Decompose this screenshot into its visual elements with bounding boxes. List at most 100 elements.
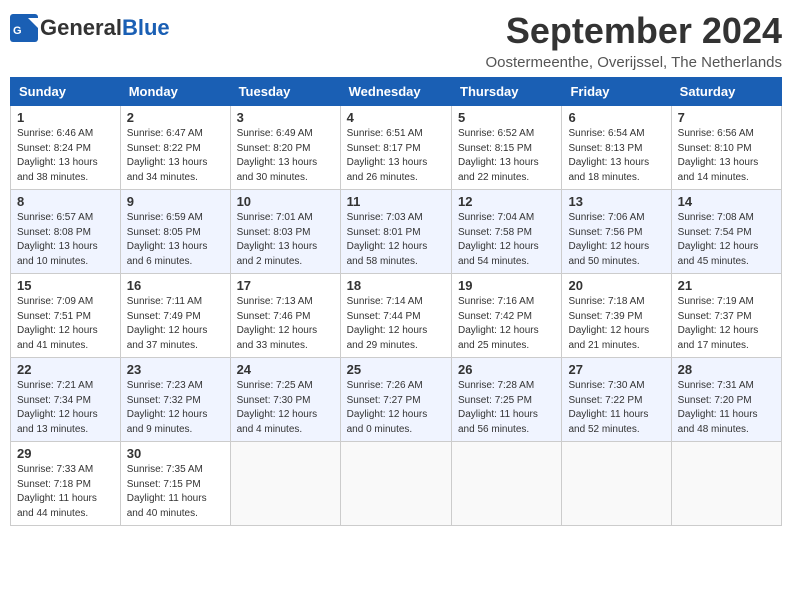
day-number: 3 <box>237 110 334 125</box>
day-info: Sunrise: 6:47 AM Sunset: 8:22 PM Dayligh… <box>127 127 224 185</box>
logo: G GeneralBlue <box>10 10 170 42</box>
day-info: Sunrise: 7:21 AM Sunset: 7:34 PM Dayligh… <box>17 379 114 437</box>
logo-icon: G <box>10 14 38 42</box>
day-info: Sunrise: 7:01 AM Sunset: 8:03 PM Dayligh… <box>237 211 334 269</box>
day-info: Sunrise: 7:33 AM Sunset: 7:18 PM Dayligh… <box>17 463 114 521</box>
day-info: Sunrise: 6:56 AM Sunset: 8:10 PM Dayligh… <box>678 127 775 185</box>
day-info: Sunrise: 7:13 AM Sunset: 7:46 PM Dayligh… <box>237 295 334 353</box>
day-info: Sunrise: 7:28 AM Sunset: 7:25 PM Dayligh… <box>458 379 555 437</box>
day-number: 17 <box>237 278 334 293</box>
day-info: Sunrise: 7:18 AM Sunset: 7:39 PM Dayligh… <box>568 295 664 353</box>
day-info: Sunrise: 6:49 AM Sunset: 8:20 PM Dayligh… <box>237 127 334 185</box>
day-info: Sunrise: 7:04 AM Sunset: 7:58 PM Dayligh… <box>458 211 555 269</box>
day-number: 5 <box>458 110 555 125</box>
column-header-friday: Friday <box>562 78 671 106</box>
calendar-cell: 22 Sunrise: 7:21 AM Sunset: 7:34 PM Dayl… <box>11 358 121 442</box>
day-number: 12 <box>458 194 555 209</box>
day-number: 27 <box>568 362 664 377</box>
day-info: Sunrise: 6:59 AM Sunset: 8:05 PM Dayligh… <box>127 211 224 269</box>
day-info: Sunrise: 6:51 AM Sunset: 8:17 PM Dayligh… <box>347 127 445 185</box>
day-number: 2 <box>127 110 224 125</box>
calendar-cell: 21 Sunrise: 7:19 AM Sunset: 7:37 PM Dayl… <box>671 274 781 358</box>
column-header-monday: Monday <box>120 78 230 106</box>
day-info: Sunrise: 7:19 AM Sunset: 7:37 PM Dayligh… <box>678 295 775 353</box>
day-info: Sunrise: 7:03 AM Sunset: 8:01 PM Dayligh… <box>347 211 445 269</box>
calendar-cell: 24 Sunrise: 7:25 AM Sunset: 7:30 PM Dayl… <box>230 358 340 442</box>
day-number: 7 <box>678 110 775 125</box>
day-info: Sunrise: 7:08 AM Sunset: 7:54 PM Dayligh… <box>678 211 775 269</box>
day-info: Sunrise: 7:11 AM Sunset: 7:49 PM Dayligh… <box>127 295 224 353</box>
day-info: Sunrise: 7:16 AM Sunset: 7:42 PM Dayligh… <box>458 295 555 353</box>
day-number: 21 <box>678 278 775 293</box>
title-block: September 2024 Oostermeenthe, Overijssel… <box>485 10 782 71</box>
day-number: 20 <box>568 278 664 293</box>
day-number: 9 <box>127 194 224 209</box>
calendar-cell: 15 Sunrise: 7:09 AM Sunset: 7:51 PM Dayl… <box>11 274 121 358</box>
calendar-week-row: 1 Sunrise: 6:46 AM Sunset: 8:24 PM Dayli… <box>11 106 782 190</box>
svg-text:G: G <box>13 25 22 37</box>
day-number: 25 <box>347 362 445 377</box>
calendar-week-row: 22 Sunrise: 7:21 AM Sunset: 7:34 PM Dayl… <box>11 358 782 442</box>
day-info: Sunrise: 7:35 AM Sunset: 7:15 PM Dayligh… <box>127 463 224 521</box>
day-info: Sunrise: 7:14 AM Sunset: 7:44 PM Dayligh… <box>347 295 445 353</box>
day-info: Sunrise: 7:09 AM Sunset: 7:51 PM Dayligh… <box>17 295 114 353</box>
calendar-cell: 6 Sunrise: 6:54 AM Sunset: 8:13 PM Dayli… <box>562 106 671 190</box>
calendar-cell: 18 Sunrise: 7:14 AM Sunset: 7:44 PM Dayl… <box>340 274 451 358</box>
calendar-cell: 13 Sunrise: 7:06 AM Sunset: 7:56 PM Dayl… <box>562 190 671 274</box>
day-number: 6 <box>568 110 664 125</box>
calendar-cell: 29 Sunrise: 7:33 AM Sunset: 7:18 PM Dayl… <box>11 442 121 526</box>
day-number: 13 <box>568 194 664 209</box>
calendar-table: SundayMondayTuesdayWednesdayThursdayFrid… <box>10 77 782 526</box>
calendar-cell: 3 Sunrise: 6:49 AM Sunset: 8:20 PM Dayli… <box>230 106 340 190</box>
calendar-week-row: 15 Sunrise: 7:09 AM Sunset: 7:51 PM Dayl… <box>11 274 782 358</box>
day-number: 8 <box>17 194 114 209</box>
calendar-cell: 19 Sunrise: 7:16 AM Sunset: 7:42 PM Dayl… <box>452 274 562 358</box>
day-number: 19 <box>458 278 555 293</box>
calendar-cell: 5 Sunrise: 6:52 AM Sunset: 8:15 PM Dayli… <box>452 106 562 190</box>
day-info: Sunrise: 6:57 AM Sunset: 8:08 PM Dayligh… <box>17 211 114 269</box>
calendar-cell: 8 Sunrise: 6:57 AM Sunset: 8:08 PM Dayli… <box>11 190 121 274</box>
day-number: 18 <box>347 278 445 293</box>
day-info: Sunrise: 7:23 AM Sunset: 7:32 PM Dayligh… <box>127 379 224 437</box>
calendar-week-row: 29 Sunrise: 7:33 AM Sunset: 7:18 PM Dayl… <box>11 442 782 526</box>
calendar-cell: 9 Sunrise: 6:59 AM Sunset: 8:05 PM Dayli… <box>120 190 230 274</box>
calendar-cell: 1 Sunrise: 6:46 AM Sunset: 8:24 PM Dayli… <box>11 106 121 190</box>
logo-text: GeneralBlue <box>40 15 170 41</box>
calendar-cell: 28 Sunrise: 7:31 AM Sunset: 7:20 PM Dayl… <box>671 358 781 442</box>
day-info: Sunrise: 7:26 AM Sunset: 7:27 PM Dayligh… <box>347 379 445 437</box>
calendar-cell: 10 Sunrise: 7:01 AM Sunset: 8:03 PM Dayl… <box>230 190 340 274</box>
column-header-saturday: Saturday <box>671 78 781 106</box>
day-number: 23 <box>127 362 224 377</box>
calendar-week-row: 8 Sunrise: 6:57 AM Sunset: 8:08 PM Dayli… <box>11 190 782 274</box>
calendar-cell: 30 Sunrise: 7:35 AM Sunset: 7:15 PM Dayl… <box>120 442 230 526</box>
day-info: Sunrise: 7:30 AM Sunset: 7:22 PM Dayligh… <box>568 379 664 437</box>
column-header-wednesday: Wednesday <box>340 78 451 106</box>
day-number: 26 <box>458 362 555 377</box>
calendar-cell: 20 Sunrise: 7:18 AM Sunset: 7:39 PM Dayl… <box>562 274 671 358</box>
calendar-cell: 12 Sunrise: 7:04 AM Sunset: 7:58 PM Dayl… <box>452 190 562 274</box>
day-number: 15 <box>17 278 114 293</box>
column-header-thursday: Thursday <box>452 78 562 106</box>
day-number: 16 <box>127 278 224 293</box>
day-number: 28 <box>678 362 775 377</box>
day-info: Sunrise: 6:46 AM Sunset: 8:24 PM Dayligh… <box>17 127 114 185</box>
calendar-header-row: SundayMondayTuesdayWednesdayThursdayFrid… <box>11 78 782 106</box>
day-number: 1 <box>17 110 114 125</box>
day-info: Sunrise: 7:31 AM Sunset: 7:20 PM Dayligh… <box>678 379 775 437</box>
day-number: 11 <box>347 194 445 209</box>
column-header-sunday: Sunday <box>11 78 121 106</box>
calendar-cell: 2 Sunrise: 6:47 AM Sunset: 8:22 PM Dayli… <box>120 106 230 190</box>
calendar-cell: 26 Sunrise: 7:28 AM Sunset: 7:25 PM Dayl… <box>452 358 562 442</box>
calendar-cell <box>230 442 340 526</box>
calendar-cell <box>562 442 671 526</box>
day-number: 30 <box>127 446 224 461</box>
calendar-cell <box>452 442 562 526</box>
day-info: Sunrise: 6:54 AM Sunset: 8:13 PM Dayligh… <box>568 127 664 185</box>
calendar-cell: 14 Sunrise: 7:08 AM Sunset: 7:54 PM Dayl… <box>671 190 781 274</box>
day-number: 14 <box>678 194 775 209</box>
calendar-cell: 7 Sunrise: 6:56 AM Sunset: 8:10 PM Dayli… <box>671 106 781 190</box>
calendar-cell: 17 Sunrise: 7:13 AM Sunset: 7:46 PM Dayl… <box>230 274 340 358</box>
calendar-cell: 23 Sunrise: 7:23 AM Sunset: 7:32 PM Dayl… <box>120 358 230 442</box>
day-info: Sunrise: 6:52 AM Sunset: 8:15 PM Dayligh… <box>458 127 555 185</box>
calendar-cell: 27 Sunrise: 7:30 AM Sunset: 7:22 PM Dayl… <box>562 358 671 442</box>
